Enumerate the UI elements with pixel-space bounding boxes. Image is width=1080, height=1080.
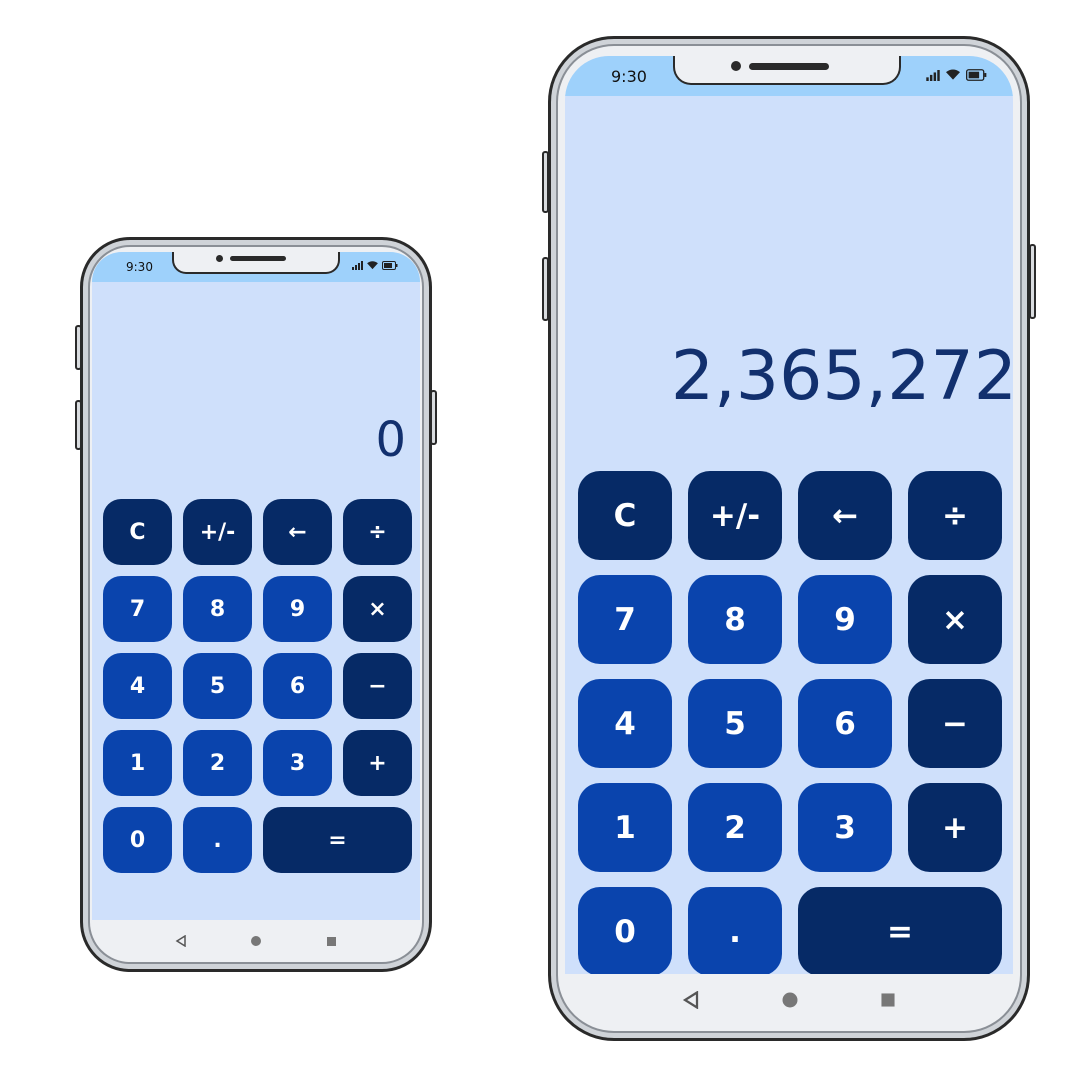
- wifi-icon: [946, 69, 960, 81]
- digit-7-button[interactable]: 7: [578, 575, 672, 664]
- digit-1-button[interactable]: 1: [103, 730, 172, 796]
- digit-3-button[interactable]: 3: [798, 783, 892, 872]
- volume-down-button[interactable]: [542, 257, 549, 321]
- home-icon[interactable]: [250, 935, 262, 947]
- equals-button[interactable]: =: [263, 807, 412, 873]
- front-camera-icon: [216, 255, 223, 262]
- multiply-button[interactable]: ×: [343, 576, 412, 642]
- divide-button[interactable]: ÷: [343, 499, 412, 565]
- digit-4-button[interactable]: 4: [578, 679, 672, 768]
- backspace-button[interactable]: ←: [263, 499, 332, 565]
- home-icon[interactable]: [781, 991, 799, 1009]
- phone-small: 9:30 0 C +/- ← ÷ 7 8 9 × 4 5 6− 1 2 3 +0. =: [75, 237, 437, 972]
- digit-3-button[interactable]: 3: [263, 730, 332, 796]
- recents-icon[interactable]: [880, 992, 896, 1008]
- digit-9-button[interactable]: 9: [263, 576, 332, 642]
- toggle-sign-button[interactable]: +/-: [688, 471, 782, 560]
- decimal-button[interactable]: .: [688, 887, 782, 974]
- digit-2-button[interactable]: 2: [183, 730, 252, 796]
- speaker-icon: [230, 256, 286, 261]
- status-icons: [352, 261, 398, 270]
- multiply-button[interactable]: ×: [908, 575, 1002, 664]
- nav-bar: [641, 985, 937, 1015]
- digit-8-button[interactable]: 8: [688, 575, 782, 664]
- status-icons: [926, 69, 987, 81]
- signal-icon: [926, 69, 940, 81]
- add-button[interactable]: +: [343, 730, 412, 796]
- digit-7-button[interactable]: 7: [103, 576, 172, 642]
- digit-1-button[interactable]: 1: [578, 783, 672, 872]
- battery-icon: [382, 261, 398, 270]
- digit-5-button[interactable]: 5: [183, 653, 252, 719]
- status-time: 9:30: [611, 67, 647, 86]
- back-icon[interactable]: [175, 935, 187, 947]
- digit-5-button[interactable]: 5: [688, 679, 782, 768]
- digit-2-button[interactable]: 2: [688, 783, 782, 872]
- wifi-icon: [367, 261, 378, 270]
- decimal-button[interactable]: .: [183, 807, 252, 873]
- volume-up-button[interactable]: [75, 325, 82, 370]
- volume-down-button[interactable]: [75, 400, 82, 450]
- status-time: 9:30: [126, 260, 153, 274]
- keypad: C +/- ← ÷ 7 8 9 × 4 5 6− 1 2 3 +0. =: [578, 471, 1002, 974]
- digit-0-button[interactable]: 0: [103, 807, 172, 873]
- divide-button[interactable]: ÷: [908, 471, 1002, 560]
- result-display: 2,365,272: [670, 337, 1013, 416]
- keypad: C +/- ← ÷ 7 8 9 × 4 5 6− 1 2 3 +0. =: [103, 499, 412, 873]
- digit-8-button[interactable]: 8: [183, 576, 252, 642]
- power-button[interactable]: [430, 390, 437, 445]
- phone-large: 9:30 2,365,272 C +/- ← ÷ 7 8 9 × 4 5 6− 1 2 3 +0. =: [542, 36, 1036, 1041]
- digit-6-button[interactable]: 6: [798, 679, 892, 768]
- digit-4-button[interactable]: 4: [103, 653, 172, 719]
- back-icon[interactable]: [682, 991, 700, 1009]
- subtract-button[interactable]: −: [908, 679, 1002, 768]
- equals-button[interactable]: =: [798, 887, 1002, 974]
- result-display: 0: [375, 412, 406, 468]
- digit-9-button[interactable]: 9: [798, 575, 892, 664]
- subtract-button[interactable]: −: [343, 653, 412, 719]
- digit-6-button[interactable]: 6: [263, 653, 332, 719]
- add-button[interactable]: +: [908, 783, 1002, 872]
- volume-up-button[interactable]: [542, 151, 549, 213]
- screen: 9:30 0 C +/- ← ÷ 7 8 9 × 4 5 6− 1 2 3 +0. =: [92, 252, 420, 920]
- signal-icon: [352, 261, 363, 270]
- screen: 9:30 2,365,272 C +/- ← ÷ 7 8 9 × 4 5 6− 1 2 3 +0. =: [565, 56, 1013, 974]
- power-button[interactable]: [1029, 244, 1036, 319]
- front-camera-icon: [731, 61, 741, 71]
- notch: [673, 56, 901, 85]
- backspace-button[interactable]: ←: [798, 471, 892, 560]
- battery-icon: [966, 69, 987, 81]
- notch: [172, 252, 340, 274]
- recents-icon[interactable]: [326, 936, 337, 947]
- clear-button[interactable]: C: [103, 499, 172, 565]
- toggle-sign-button[interactable]: +/-: [183, 499, 252, 565]
- clear-button[interactable]: C: [578, 471, 672, 560]
- speaker-icon: [749, 63, 829, 70]
- nav-bar: [143, 930, 369, 952]
- digit-0-button[interactable]: 0: [578, 887, 672, 974]
